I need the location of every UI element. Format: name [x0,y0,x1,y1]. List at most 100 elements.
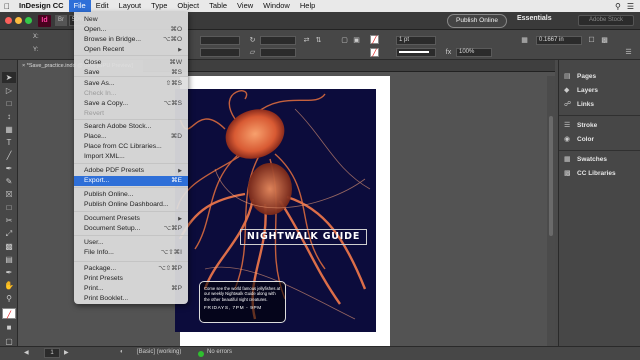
scrollbar-thumb[interactable] [549,116,553,236]
pen-tool-icon[interactable]: ✒ [2,163,16,174]
menu-item-close[interactable]: Close ⌘W [74,58,188,68]
rotate-icon[interactable]: ↻ [248,36,257,45]
menu-item-publish-online[interactable]: Publish Online... [74,190,188,200]
menu-item-package[interactable]: Package... ⌥⇧⌘P [74,264,188,274]
shear-icon[interactable]: ▱ [248,48,257,57]
effects-icon[interactable]: fx [444,48,453,57]
menu-item-browse-in-bridge[interactable]: Browse in Bridge... ⌥⌘O [74,35,188,45]
menu-item-open-recent[interactable]: Open Recent ▶ [74,45,188,55]
next-page-icon[interactable]: ▶ [64,349,69,356]
page-tool-icon[interactable]: □ [2,98,16,109]
zoom-tool-icon[interactable]: ⚲ [2,293,16,304]
menu-item-adobe-pdf-presets[interactable]: Adobe PDF Presets ▶ [74,166,188,176]
fill-swatch-icon[interactable]: ╱ [370,35,379,44]
menu-item-place-from-cc-libraries[interactable]: Place from CC Libraries... [74,142,188,152]
close-window-icon[interactable] [5,17,12,24]
panel-stroke[interactable]: ☰ Stroke [559,119,640,132]
content-collector-icon[interactable]: ▦ [2,124,16,135]
note-tool-icon[interactable]: ▤ [2,254,16,265]
line-tool-icon[interactable]: ╱ [2,150,16,161]
open-icon[interactable]: ◐ [120,349,124,355]
select-content-icon[interactable]: ▣ [352,36,361,45]
menu-help[interactable]: Help [295,0,320,12]
panel-cc-libraries[interactable]: ▩ CC Libraries [559,167,640,180]
fit-icon[interactable]: ▩ [600,36,609,45]
adobe-stock-search[interactable]: Adobe Stock [578,15,634,26]
search-icon[interactable]: ⚲ [615,2,621,11]
scissors-tool-icon[interactable]: ✂ [2,215,16,226]
poster-info-box[interactable]: Come see the world famous jellyfishes at… [199,281,286,323]
stroke-swatch-icon[interactable]: ╱ [370,48,379,57]
menu-layout[interactable]: Layout [114,0,147,12]
text-wrap-icon[interactable]: ▦ [520,36,529,45]
menu-object[interactable]: Object [172,0,204,12]
menu-item-publish-online-dashboard[interactable]: Publish Online Dashboard... [74,200,188,210]
panel-pages[interactable]: ▤ Pages [559,70,640,83]
minimize-window-icon[interactable] [15,17,22,24]
poster-headline[interactable]: NIGHTWALK GUIDE [240,229,367,245]
menu-item-place[interactable]: Place... ⌘D [74,132,188,142]
menu-window[interactable]: Window [258,0,295,12]
panel-color[interactable]: ◉ Color [559,133,640,146]
menu-edit[interactable]: Edit [91,0,114,12]
menu-item-save-as[interactable]: Save As... ⇧⌘S [74,79,188,89]
panel-links[interactable]: ☍ Links [559,98,640,111]
publish-online-button[interactable]: Publish Online [447,14,507,28]
menu-view[interactable]: View [232,0,258,12]
flip-horizontal-icon[interactable]: ⇄ [302,36,311,45]
error-status[interactable]: No errors [207,349,232,355]
stroke-weight-field[interactable]: 1 pt [396,36,436,45]
panel-swatches[interactable]: ▦ Swatches [559,153,640,166]
flip-vertical-icon[interactable]: ⇅ [314,36,323,45]
free-transform-tool-icon[interactable]: ⤢ [2,228,16,239]
shear-field[interactable] [260,48,296,57]
frame-tool-icon[interactable]: ☒ [2,189,16,200]
panel-menu-icon[interactable]: ☰ [624,48,633,57]
apple-icon[interactable]:  [0,2,14,11]
panel-layers[interactable]: ◆ Layers [559,84,640,97]
menu-app[interactable]: InDesign CC [14,0,69,12]
menu-file[interactable]: File [68,0,91,12]
select-container-icon[interactable]: ▢ [340,36,349,45]
selection-tool-icon[interactable]: ➤ [2,72,16,83]
gap-tool-icon[interactable]: ↕ [2,111,16,122]
list-icon[interactable]: ☰ [627,2,634,11]
reference-field-2[interactable] [200,48,240,57]
menu-item-print-presets[interactable]: Print Presets [74,274,188,284]
direct-selection-tool-icon[interactable]: ▷ [2,85,16,96]
reference-field-1[interactable] [200,36,240,45]
menu-item-import-xml[interactable]: Import XML... [74,152,188,162]
rectangle-tool-icon[interactable]: □ [2,202,16,213]
rotate-field[interactable] [260,36,296,45]
menu-item-print-booklet[interactable]: Print Booklet... [74,294,188,304]
bridge-icon[interactable]: Br [55,15,67,26]
menu-item-search-adobe-stock[interactable]: Search Adobe Stock... [74,122,188,132]
first-page-icon[interactable]: ◀ [24,349,29,356]
fill-stroke-icon[interactable]: ╱ [2,308,16,319]
menu-item-document-setup[interactable]: Document Setup... ⌥⌘P [74,224,188,234]
menu-item-new[interactable]: New [74,15,188,25]
page-number-field[interactable]: 1 [44,348,60,358]
pencil-tool-icon[interactable]: ✎ [2,176,16,187]
offset-field[interactable]: 0.1667 in [536,36,582,45]
menu-item-file-info[interactable]: File Info... ⌥⇧⌘I [74,248,188,258]
auto-fit-checkbox[interactable]: ☐ [587,36,596,45]
menu-item-user[interactable]: User... [74,238,188,248]
hand-tool-icon[interactable]: ✋ [2,280,16,291]
menu-item-print[interactable]: Print... ⌘P [74,284,188,294]
menu-item-open[interactable]: Open... ⌘O [74,25,188,35]
gradient-tool-icon[interactable]: ▩ [2,241,16,252]
menu-item-export[interactable]: Export... ⌘E [74,176,188,186]
type-tool-icon[interactable]: T [2,137,16,148]
menu-type[interactable]: Type [146,0,172,12]
stroke-type-field[interactable] [396,48,436,57]
eyedropper-tool-icon[interactable]: ✒ [2,267,16,278]
menu-item-document-presets[interactable]: Document Presets ▶ [74,214,188,224]
menu-table[interactable]: Table [204,0,232,12]
maximize-window-icon[interactable] [25,17,32,24]
apply-color-icon[interactable]: ■ [2,322,16,333]
preflight-profile[interactable]: [Basic] (working) [137,349,181,355]
workspace-switcher[interactable]: Essentials [517,15,552,22]
vertical-scrollbar[interactable] [547,76,555,346]
opacity-field[interactable]: 100% [456,48,492,57]
